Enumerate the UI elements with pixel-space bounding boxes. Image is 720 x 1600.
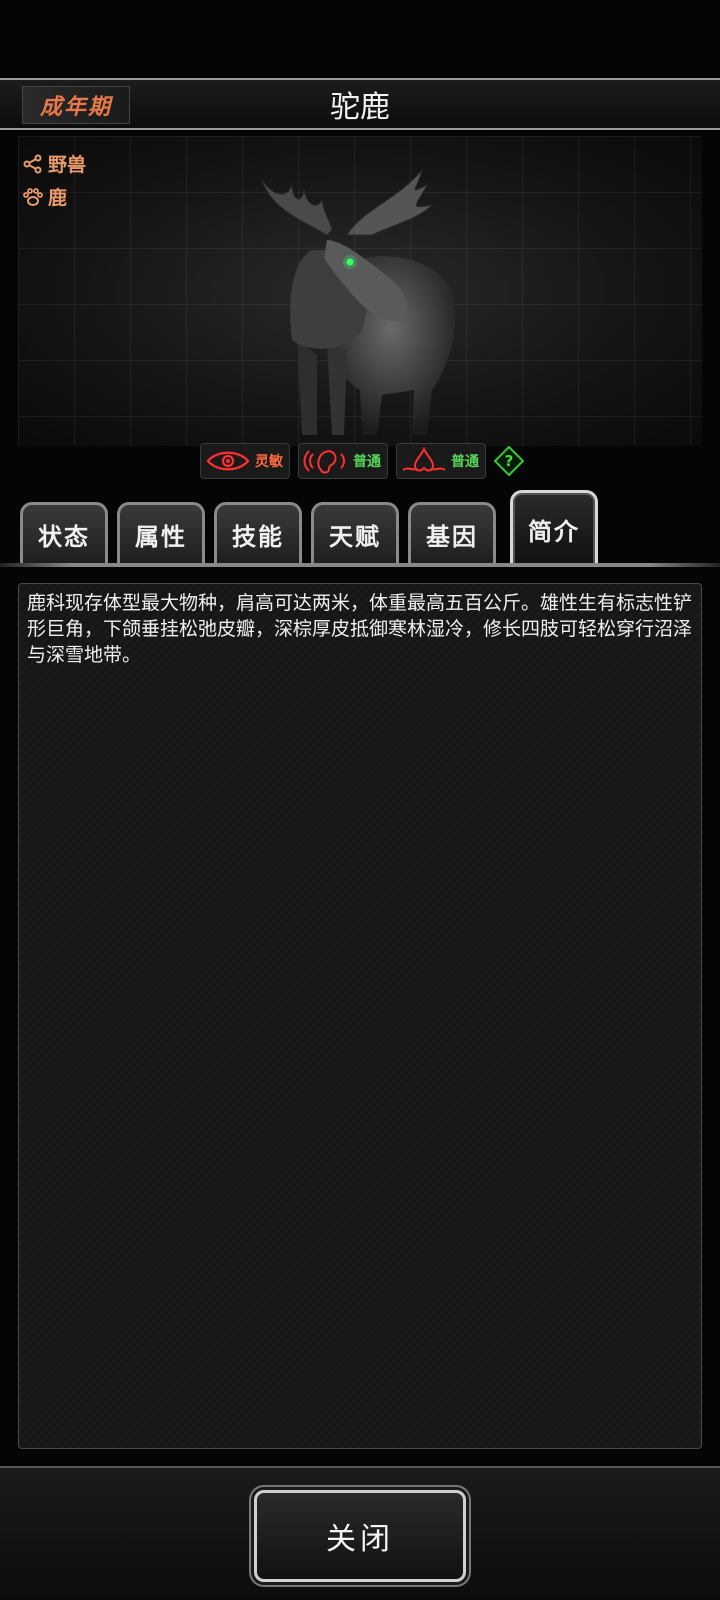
svg-text:?: ? (505, 452, 514, 470)
category-family: 野兽 (22, 150, 86, 177)
sense-sight-label: 灵敏 (255, 454, 283, 470)
category-type-label: 鹿 (48, 187, 68, 209)
senses-bar: 灵敏 普通 普通 ? (200, 443, 524, 479)
description-panel: 鹿科现存体型最大物种，肩高可达两米，体重最高五百公斤。雄性生有标志性铲形巨角，下… (18, 583, 702, 1449)
tab-talents[interactable]: 天赋 (311, 502, 399, 564)
moose-portrait (261, 169, 456, 435)
tab-intro[interactable]: 简介 (510, 490, 598, 566)
tab-attributes[interactable]: 属性 (117, 502, 205, 564)
question-diamond-icon: ? (494, 446, 524, 476)
sense-smell[interactable]: 普通 (396, 443, 486, 479)
tab-genes[interactable]: 基因 (408, 502, 496, 564)
sense-hearing[interactable]: 普通 (298, 443, 388, 479)
help-button[interactable]: ? (494, 446, 524, 476)
share-icon (23, 154, 42, 173)
header-bar: 驼鹿 成年期 (0, 78, 720, 130)
sense-sight[interactable]: 灵敏 (200, 443, 290, 479)
creature-info-screen: 驼鹿 成年期 野兽 鹿 灵敏 普通 普通 ? 状态 属性 技能 天赋 基因 简介… (0, 0, 720, 1600)
sense-smell-label: 普通 (451, 454, 479, 470)
tabs-divider (0, 563, 720, 567)
category-type: 鹿 (22, 183, 67, 210)
footer-bar: 关闭 (0, 1466, 720, 1600)
ear-icon (303, 450, 345, 474)
paw-icon (23, 187, 43, 206)
tab-status[interactable]: 状态 (20, 502, 108, 564)
eye-icon (206, 451, 250, 471)
sense-hearing-label: 普通 (353, 454, 381, 470)
life-stage-badge: 成年期 (22, 86, 130, 124)
tab-skills[interactable]: 技能 (214, 502, 302, 564)
description-text: 鹿科现存体型最大物种，肩高可达两米，体重最高五百公斤。雄性生有标志性铲形巨角，下… (27, 592, 693, 666)
close-button[interactable]: 关闭 (254, 1490, 466, 1582)
nose-icon (402, 446, 446, 472)
category-family-label: 野兽 (48, 154, 87, 176)
